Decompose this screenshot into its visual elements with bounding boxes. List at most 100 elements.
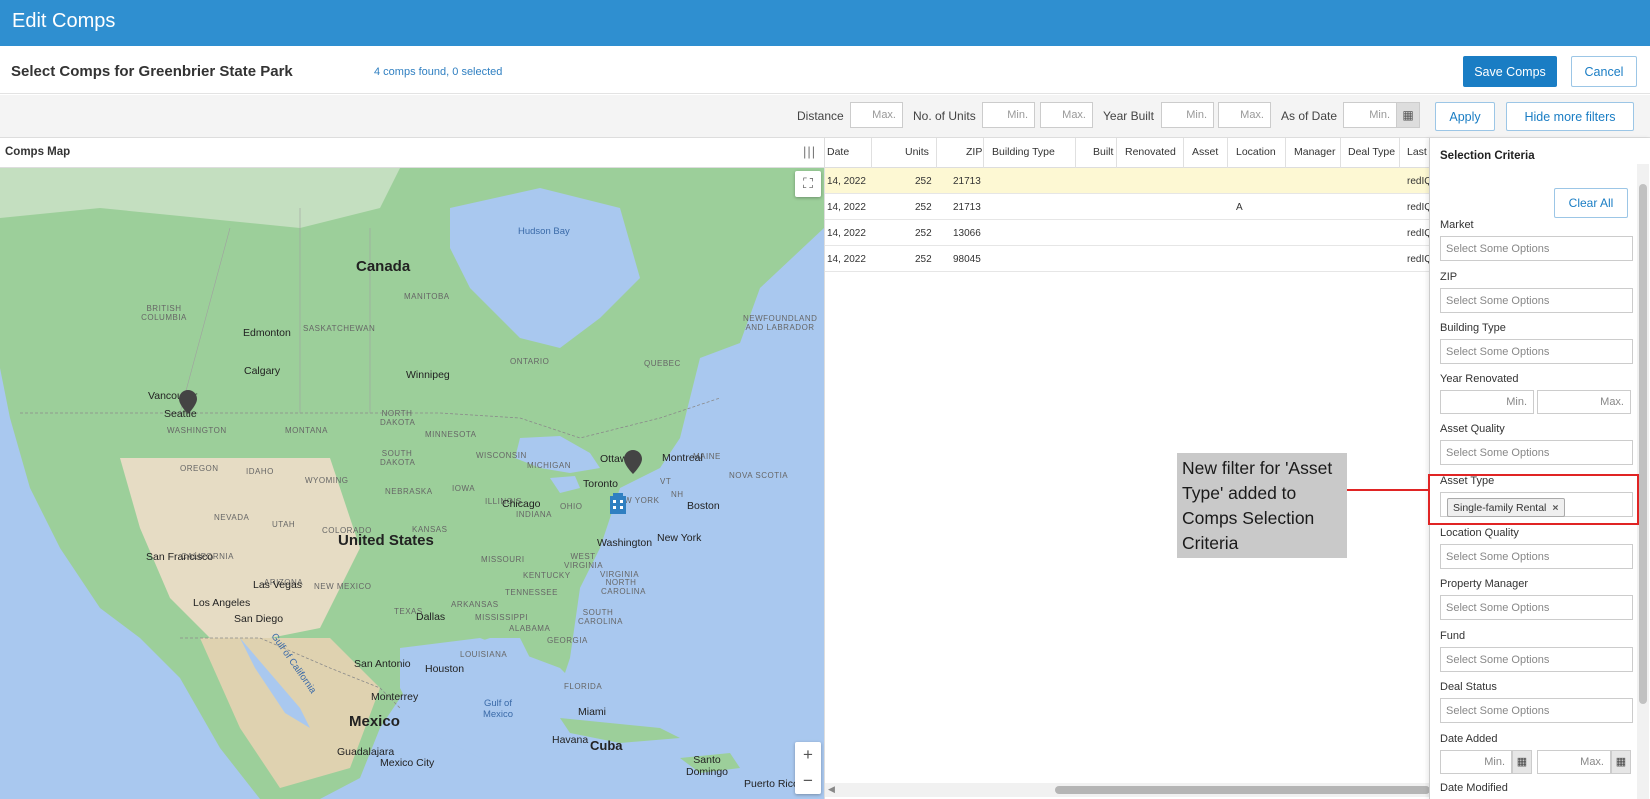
fullscreen-icon[interactable]: ⛶	[795, 171, 821, 197]
scrollbar-thumb[interactable]	[1639, 184, 1647, 704]
as-of-date-input[interactable]: Min.	[1343, 102, 1397, 128]
column-header-manager[interactable]: Manager	[1294, 146, 1335, 158]
title-bar: Edit Comps	[0, 0, 1650, 46]
building-marker-icon[interactable]	[608, 492, 628, 514]
column-chooser-icon[interactable]: |||	[803, 144, 816, 159]
year-renovated-min-input[interactable]: Min.	[1440, 390, 1534, 414]
label-boston: Boston	[687, 500, 720, 512]
scrollbar-thumb[interactable]	[1055, 786, 1430, 794]
comps-map[interactable]: Hudson Bay Canada BRITISH COLUMBIA MANIT…	[0, 168, 824, 799]
calendar-icon[interactable]: ▦	[1611, 750, 1631, 774]
market-select[interactable]: Select Some Options	[1440, 236, 1633, 261]
label-united-states: United States	[338, 532, 434, 549]
property-manager-label: Property Manager	[1440, 578, 1529, 590]
table-row[interactable]: 14, 2022 252 21713 redIQ	[825, 168, 1432, 194]
building-type-select[interactable]: Select Some Options	[1440, 339, 1633, 364]
calendar-icon[interactable]: ▦	[1512, 750, 1532, 774]
column-header-date[interactable]: Date	[827, 146, 849, 158]
label-havana: Havana	[552, 734, 589, 746]
date-added-min-input[interactable]: Min.	[1440, 750, 1512, 774]
hide-more-filters-button[interactable]: Hide more filters	[1506, 102, 1634, 131]
label-mississippi: MISSISSIPPI	[475, 613, 529, 622]
annotation-callout: New filter for 'Asset Type' added to Com…	[1177, 453, 1347, 558]
label-michigan: MICHIGAN	[527, 461, 571, 470]
label-wyoming: WYOMING	[305, 476, 349, 485]
zip-label: ZIP	[1440, 271, 1458, 283]
column-header-building-type[interactable]: Building Type	[992, 146, 1055, 158]
label-quebec: QUEBEC	[644, 359, 681, 368]
map-pin-icon[interactable]	[179, 390, 197, 414]
asset-quality-select[interactable]: Select Some Options	[1440, 440, 1633, 465]
save-comps-button[interactable]: Save Comps	[1463, 56, 1557, 87]
label-winnipeg: Winnipeg	[406, 369, 450, 381]
filter-bar: Distance Max. No. of Units Min. Max. Yea…	[0, 95, 1650, 138]
year-min-input[interactable]: Min.	[1161, 102, 1214, 128]
column-header-asset[interactable]: Asset	[1192, 146, 1218, 158]
label-missouri: MISSOURI	[481, 555, 525, 564]
table-row[interactable]: 14, 2022 252 98045 redIQ	[825, 246, 1432, 272]
fund-select[interactable]: Select Some Options	[1440, 647, 1633, 672]
date-added-max-input[interactable]: Max.	[1537, 750, 1611, 774]
label-arkansas: ARKANSAS	[451, 600, 499, 609]
cell-zip: 98045	[953, 254, 981, 265]
label-dallas: Dallas	[416, 611, 446, 623]
map-pin-icon[interactable]	[624, 450, 642, 474]
column-header-location[interactable]: Location	[1236, 146, 1276, 158]
table-row[interactable]: 14, 2022 252 21713 A redIQ	[825, 194, 1432, 220]
label-new-york: New York	[657, 532, 702, 544]
fund-label: Fund	[1440, 630, 1466, 642]
location-quality-select[interactable]: Select Some Options	[1440, 544, 1633, 569]
label-south-carolina: SOUTH CAROLINA	[578, 608, 623, 626]
deal-status-select[interactable]: Select Some Options	[1440, 698, 1633, 723]
label-washington-state: WASHINGTON	[167, 426, 227, 435]
cell-zip: 21713	[953, 176, 981, 187]
zoom-out-button[interactable]: −	[795, 768, 821, 794]
distance-label: Distance	[797, 109, 844, 123]
units-max-input[interactable]: Max.	[1040, 102, 1093, 128]
cell-location: A	[1236, 202, 1243, 213]
label-hudson-bay: Hudson Bay	[518, 226, 570, 237]
year-renovated-max-input[interactable]: Max.	[1537, 390, 1631, 414]
calendar-icon[interactable]: ▦	[1396, 102, 1420, 128]
scroll-left-icon[interactable]: ◀	[828, 784, 835, 795]
column-header-renovated[interactable]: Renovated	[1125, 146, 1176, 158]
map-title: Comps Map	[5, 146, 71, 158]
cell-units: 252	[915, 202, 932, 213]
property-manager-select[interactable]: Select Some Options	[1440, 595, 1633, 620]
zoom-in-button[interactable]: +	[795, 742, 821, 768]
distance-max-input[interactable]: Max.	[850, 102, 903, 128]
clear-all-button[interactable]: Clear All	[1554, 188, 1628, 218]
cell-units: 252	[915, 228, 932, 239]
deal-status-label: Deal Status	[1440, 681, 1497, 693]
label-san-diego: San Diego	[234, 613, 284, 625]
label-chicago: Chicago	[502, 498, 541, 510]
zip-select[interactable]: Select Some Options	[1440, 288, 1633, 313]
label-ohio: OHIO	[560, 502, 583, 511]
table-header: Date Units ZIP Building Type Built Renov…	[825, 138, 1433, 168]
date-modified-label: Date Modified	[1440, 782, 1508, 794]
year-max-input[interactable]: Max.	[1218, 102, 1271, 128]
column-header-built[interactable]: Built	[1093, 146, 1113, 158]
page-header: Select Comps for Greenbrier State Park 4…	[0, 46, 1650, 94]
asset-quality-label: Asset Quality	[1440, 423, 1505, 435]
label-vt: VT	[660, 477, 672, 486]
apply-button[interactable]: Apply	[1435, 102, 1495, 131]
label-utah: UTAH	[272, 520, 296, 529]
label-minnesota: MINNESOTA	[425, 430, 477, 439]
cell-date: 14, 2022	[827, 228, 866, 239]
label-miami: Miami	[578, 706, 606, 718]
table-row[interactable]: 14, 2022 252 13066 redIQ	[825, 220, 1432, 246]
units-min-input[interactable]: Min.	[982, 102, 1035, 128]
map-background	[0, 168, 824, 799]
label-louisiana: LOUISIANA	[460, 650, 508, 659]
label-ontario: ONTARIO	[510, 357, 550, 366]
label-idaho: IDAHO	[246, 467, 274, 476]
label-north-dakota: NORTH DAKOTA	[380, 409, 416, 427]
cancel-button[interactable]: Cancel	[1571, 56, 1637, 87]
label-edmonton: Edmonton	[243, 327, 291, 339]
date-added-label: Date Added	[1440, 733, 1498, 745]
horizontal-scrollbar[interactable]: ◀	[825, 783, 1430, 797]
column-header-deal-type[interactable]: Deal Type	[1348, 146, 1395, 158]
column-header-zip[interactable]: ZIP	[966, 146, 982, 158]
column-header-units[interactable]: Units	[905, 146, 929, 158]
